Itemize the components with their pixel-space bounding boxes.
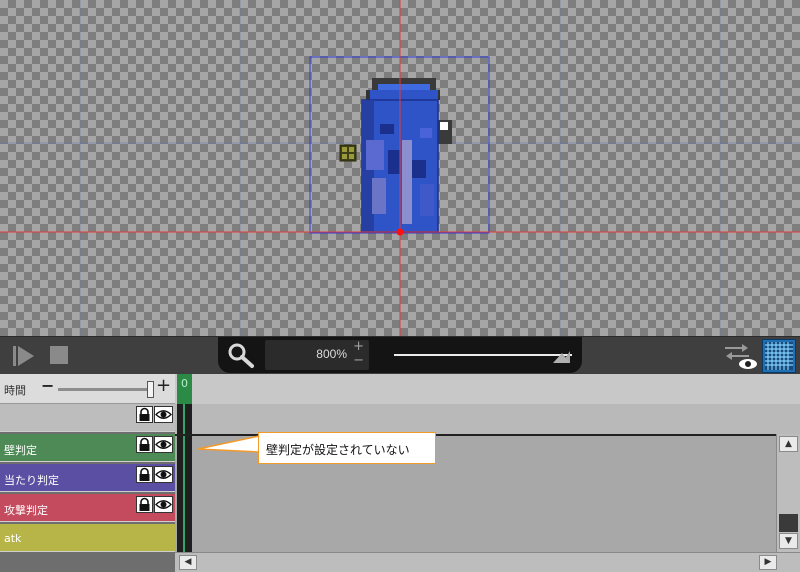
scroll-right-button[interactable]: ▶ xyxy=(759,555,777,570)
zoom-increase-button[interactable]: + xyxy=(353,340,364,354)
hitbox-marker[interactable] xyxy=(339,144,357,162)
lock-icon[interactable] xyxy=(136,406,153,423)
eye-icon[interactable] xyxy=(154,466,173,483)
layer-row-hit-judge[interactable]: 当たり判定 xyxy=(0,464,175,492)
zoom-bar: 800% + − xyxy=(218,337,582,373)
eye-icon[interactable] xyxy=(154,436,173,453)
vertical-scroll-thumb[interactable] xyxy=(779,514,798,532)
canvas-overlay xyxy=(0,0,800,336)
lock-icon[interactable] xyxy=(136,436,153,453)
vertical-scrollbar[interactable]: ▲ ▼ xyxy=(776,434,800,552)
time-slider-thumb[interactable] xyxy=(147,381,154,398)
playback-toolbar: 800% + − xyxy=(0,336,800,374)
time-slider-track[interactable] xyxy=(58,388,148,391)
layer-label: atk xyxy=(4,532,22,545)
frame-ruler[interactable]: 0 xyxy=(175,374,800,404)
grid-icon[interactable] xyxy=(762,339,796,373)
stop-icon[interactable] xyxy=(48,344,70,366)
frame-number: 0 xyxy=(181,377,188,390)
zoom-slider[interactable] xyxy=(394,351,574,363)
time-row: 時間 − + xyxy=(0,374,175,404)
layer-row-wall-judge[interactable]: 壁判定 xyxy=(0,434,175,462)
layer-row-atk[interactable]: atk xyxy=(0,524,175,552)
time-label: 時間 xyxy=(4,384,26,397)
magnifier-icon[interactable] xyxy=(226,341,256,369)
callout-text: 壁判定が設定されていない xyxy=(266,443,410,457)
play-icon[interactable] xyxy=(10,343,36,369)
time-decrease-button[interactable]: − xyxy=(41,376,54,395)
origin-point[interactable] xyxy=(396,228,404,236)
scroll-up-button[interactable]: ▲ xyxy=(779,436,798,452)
sprite-character[interactable] xyxy=(361,78,452,233)
animation-editor: 800% + − 時間 − + 壁判定 当たり判定 攻撃判定 atk 0 ▲ ▼… xyxy=(0,0,800,572)
scroll-down-button[interactable]: ▼ xyxy=(779,533,798,549)
layer-label: 壁判定 xyxy=(4,444,37,457)
lock-icon[interactable] xyxy=(136,496,153,513)
layer-row-attack-judge[interactable]: 攻撃判定 xyxy=(0,494,175,522)
sprite-canvas[interactable] xyxy=(0,0,800,336)
swap-visibility-icon[interactable] xyxy=(722,340,758,372)
horizontal-scrollbar[interactable]: ◀ ▶ xyxy=(175,552,800,572)
frame-cursor[interactable]: 0 xyxy=(177,374,192,404)
layer-row-default[interactable] xyxy=(0,404,175,432)
annotation-callout: 壁判定が設定されていない xyxy=(258,432,436,464)
timeline: 0 ▲ ▼ ◀ ▶ xyxy=(175,374,800,572)
scroll-left-button[interactable]: ◀ xyxy=(179,555,197,570)
layer-panel: 時間 − + 壁判定 当たり判定 攻撃判定 atk xyxy=(0,374,175,572)
layer-label: 当たり判定 xyxy=(4,474,59,487)
eye-icon[interactable] xyxy=(154,496,173,513)
time-increase-button[interactable]: + xyxy=(156,375,171,396)
layer-label: 攻撃判定 xyxy=(4,504,48,517)
zoom-value: 800% xyxy=(316,347,347,361)
lock-icon[interactable] xyxy=(136,466,153,483)
eye-icon[interactable] xyxy=(154,406,173,423)
zoom-decrease-button[interactable]: − xyxy=(353,354,364,368)
zoom-field[interactable]: 800% + − xyxy=(265,340,369,370)
